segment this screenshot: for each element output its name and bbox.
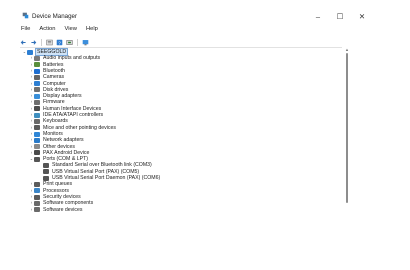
menu-help[interactable]: Help xyxy=(85,26,99,35)
vertical-scrollbar[interactable]: ▲ xyxy=(345,47,349,246)
menu-file[interactable]: File xyxy=(20,26,31,35)
port-device-icon xyxy=(43,169,49,175)
computer-root-icon xyxy=(27,49,33,55)
speaker-icon xyxy=(34,55,40,61)
menu-view[interactable]: View xyxy=(63,26,77,35)
properties-icon[interactable] xyxy=(46,39,53,46)
mouse-icon xyxy=(34,125,40,131)
toolbar-separator xyxy=(41,39,42,46)
firmware-icon xyxy=(34,100,40,106)
menu-bar: File Action View Help xyxy=(20,26,99,35)
computer-icon xyxy=(34,81,40,87)
device-manager-window: Device Manager – ☐ ✕ File Action View He… xyxy=(0,0,410,270)
back-icon[interactable] xyxy=(20,39,27,46)
hid-icon xyxy=(34,106,40,112)
maximize-button[interactable]: ☐ xyxy=(334,12,346,21)
printer-icon xyxy=(34,181,40,187)
toolbar: ? xyxy=(20,38,89,47)
menu-action[interactable]: Action xyxy=(38,26,56,35)
other-devices-icon xyxy=(34,144,40,150)
scroll-up-arrow-icon[interactable]: ▲ xyxy=(345,47,349,52)
software-component-icon xyxy=(34,200,40,206)
window-title: Device Manager xyxy=(32,13,78,20)
ide-icon xyxy=(34,112,40,118)
toolbar-separator xyxy=(77,39,78,46)
device-tree[interactable]: ⌄ SEEGGOLD › Audio inputs and outputs › Batte… xyxy=(20,47,342,247)
port-device-icon xyxy=(43,175,49,181)
help-icon[interactable]: ? xyxy=(56,39,63,46)
close-button[interactable]: ✕ xyxy=(356,12,368,21)
device-manager-app-icon xyxy=(22,12,29,19)
scrollbar-thumb[interactable] xyxy=(346,53,348,203)
display-adapter-icon xyxy=(34,93,40,99)
update-driver-icon[interactable] xyxy=(66,39,73,46)
title-bar[interactable]: Device Manager – ☐ ✕ xyxy=(0,0,410,24)
battery-icon xyxy=(34,62,40,68)
android-device-icon xyxy=(34,150,40,156)
forward-icon[interactable] xyxy=(30,39,37,46)
port-device-icon xyxy=(43,163,49,169)
tree-category-item[interactable]: › Software devices xyxy=(29,207,83,213)
keyboard-icon xyxy=(34,118,40,124)
minimize-button[interactable]: – xyxy=(312,12,324,21)
software-device-icon xyxy=(34,207,40,213)
scan-hardware-icon[interactable] xyxy=(82,39,89,46)
security-icon xyxy=(34,194,40,200)
bluetooth-icon xyxy=(34,68,40,74)
processor-icon xyxy=(34,188,40,194)
camera-icon xyxy=(34,74,40,80)
disk-icon xyxy=(34,87,40,93)
network-icon xyxy=(34,137,40,143)
monitor-icon xyxy=(34,131,40,137)
tree-item-label: Software devices xyxy=(43,206,83,213)
port-icon xyxy=(34,156,40,162)
